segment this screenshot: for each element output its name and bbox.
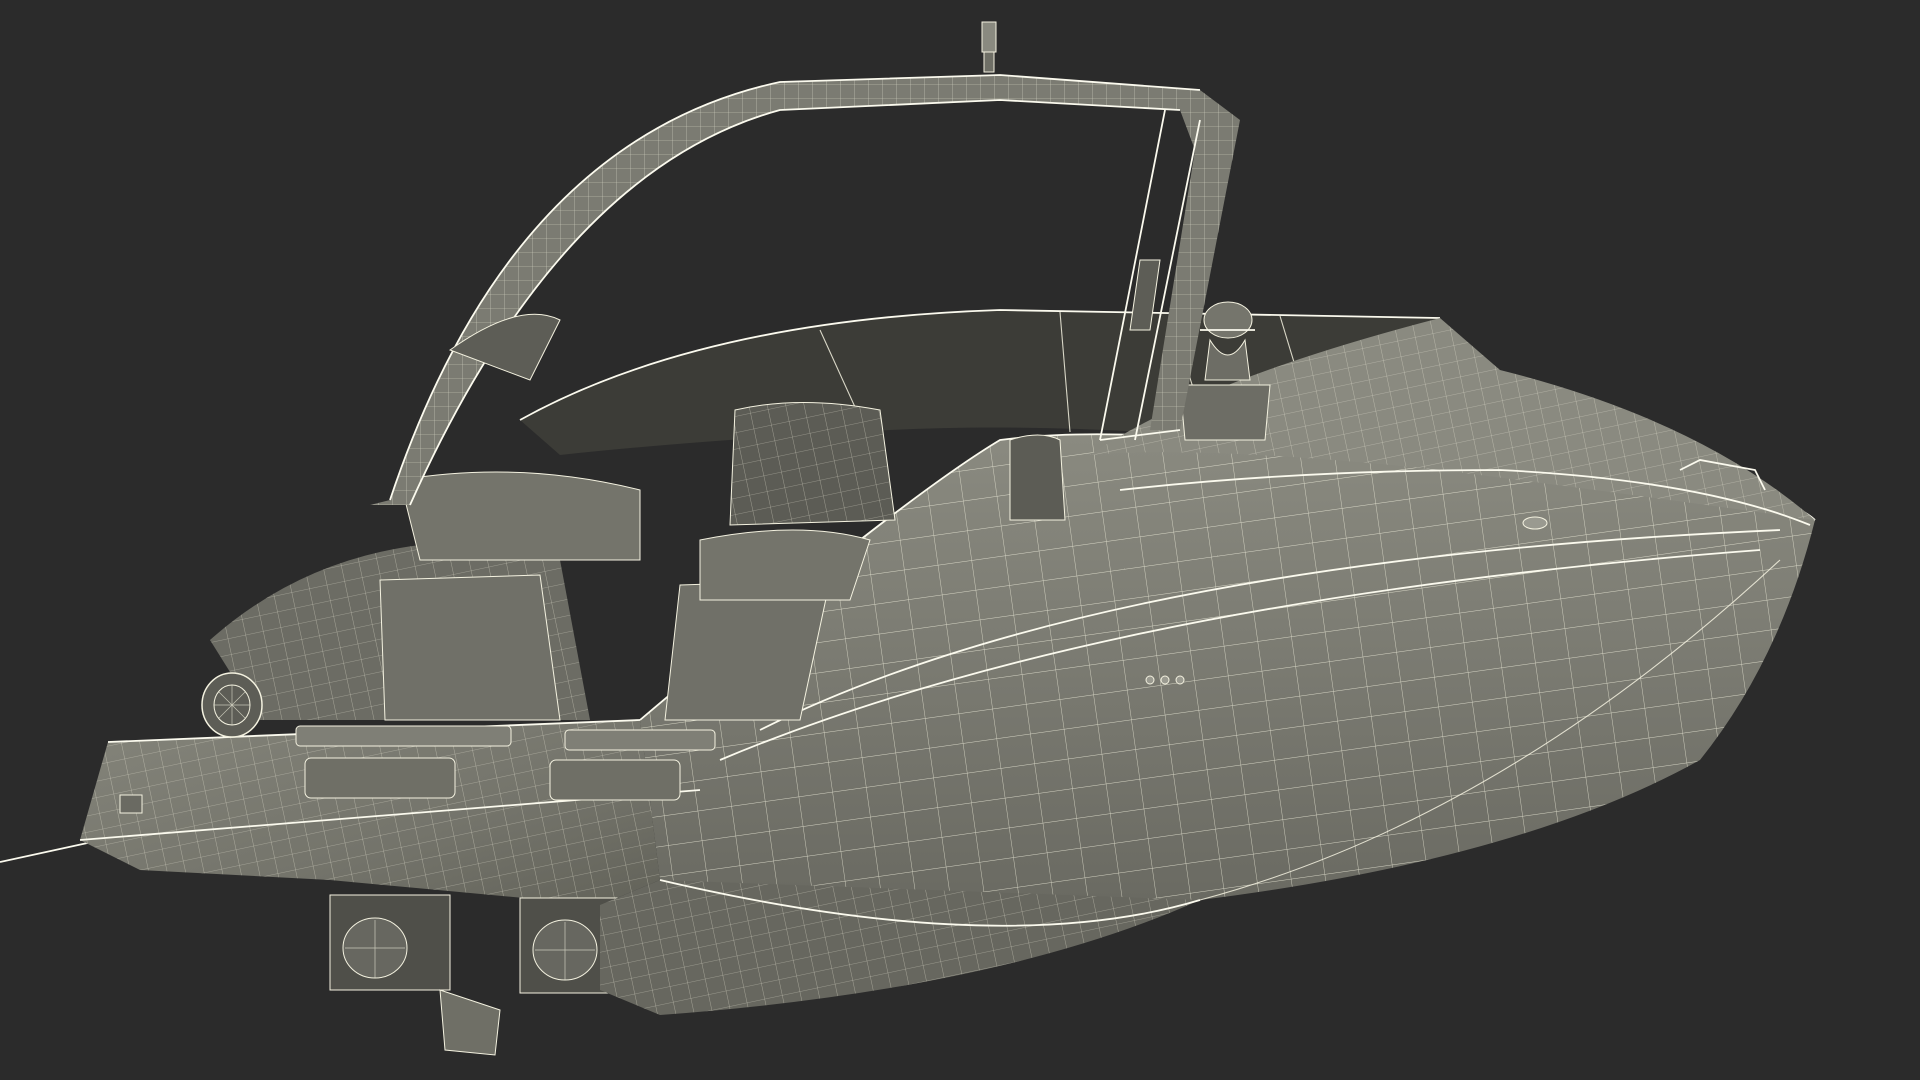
deck-hatch-icon	[1522, 516, 1548, 530]
render-viewport	[0, 0, 1920, 1080]
swim-platform-pad-right	[564, 729, 716, 751]
boat-wireframe-render	[0, 21, 1816, 1056]
stern-light	[119, 794, 143, 814]
tower-speaker-icon	[201, 672, 263, 738]
tower-beacon-icon	[981, 21, 997, 73]
tow-line	[0, 841, 93, 863]
stern-step-left	[304, 757, 456, 799]
keel-fin	[439, 989, 501, 1056]
hull-badge-icon	[1145, 675, 1185, 685]
transom	[79, 719, 716, 905]
swim-platform-pad-left	[295, 725, 512, 747]
jet-drive-left	[329, 894, 451, 991]
lower-hull	[600, 879, 1201, 1015]
stern-step-right	[549, 759, 681, 801]
